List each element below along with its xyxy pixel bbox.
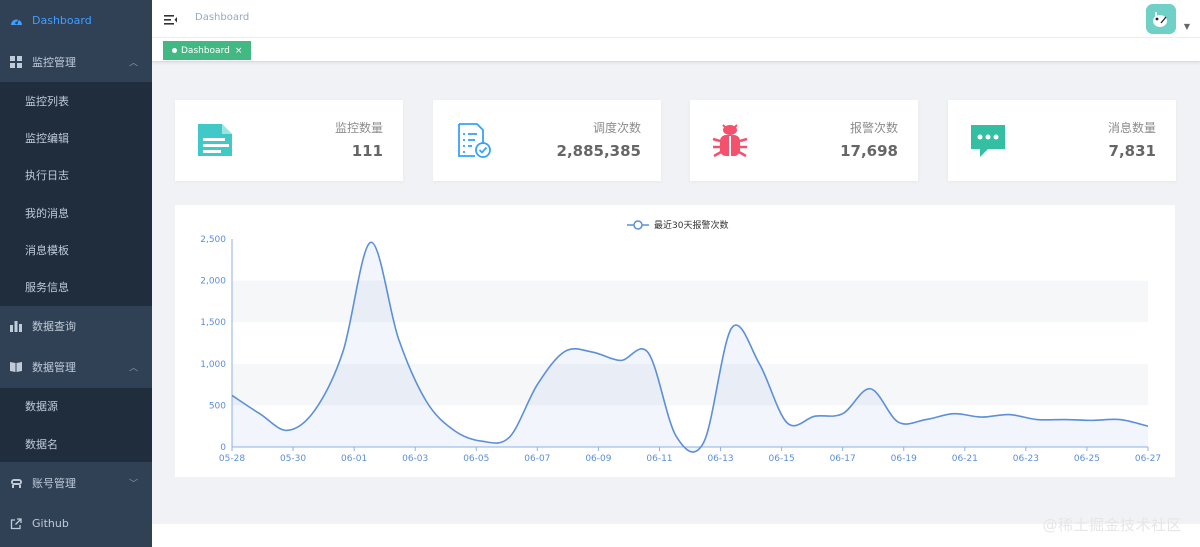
x-tick-label: 06-07 — [524, 454, 550, 464]
data-submenu: 数据源 数据名 — [0, 387, 152, 463]
alarm-trend-chart: 0 500 1,000 1,500 2,000 2,500 05-28 05-30 06-01 0… — [175, 205, 1175, 477]
x-tick-label: 06-19 — [891, 454, 917, 464]
x-tick-label: 06-15 — [769, 454, 795, 464]
stat-value: 7,831 — [1108, 142, 1156, 160]
sidebar-item-dashboard[interactable]: Dashboard — [0, 0, 152, 41]
sidebar: Dashboard 监控管理 ︿ 监控列表 监控编辑 执行日志 我的消息 消息模… — [0, 0, 152, 547]
tag-dashboard[interactable]: Dashboard × — [163, 41, 252, 60]
stat-card-message-count[interactable]: 消息数量 7,831 — [948, 100, 1176, 181]
stat-label: 消息数量 — [1107, 121, 1156, 135]
stat-label: 调度次数 — [592, 121, 641, 135]
monitor-submenu: 监控列表 监控编辑 执行日志 我的消息 消息模板 服务信息 — [0, 82, 152, 306]
sidebar-item-monitor-edit[interactable]: 监控编辑 — [0, 119, 152, 156]
x-tick-label: 06-21 — [952, 454, 978, 464]
stat-card-monitor-count[interactable]: 监控数量 111 — [175, 100, 403, 181]
dashboard-icon — [9, 14, 23, 28]
external-link-icon — [9, 517, 23, 531]
watermark-text: @稀土掘金技术社区 — [1042, 516, 1182, 534]
stat-value: 2,885,385 — [556, 142, 641, 160]
account-icon — [9, 476, 23, 490]
x-tick-label: 06-03 — [402, 454, 428, 464]
hamburger-icon[interactable] — [164, 12, 178, 26]
top-navbar: Dashboard ▼ — [152, 0, 1200, 38]
y-tick-label: 0 — [220, 443, 226, 453]
x-tick-label: 06-05 — [463, 454, 489, 464]
x-tick-label: 06-11 — [646, 454, 672, 464]
sidebar-item-service-info[interactable]: 服务信息 — [0, 268, 152, 305]
line-chart: 0 500 1,000 1,500 2,000 2,500 05-28 05-30 06-01 0… — [200, 219, 1161, 464]
checklist-icon — [453, 120, 493, 160]
sidebar-item-my-messages[interactable]: 我的消息 — [0, 194, 152, 231]
chevron-up-icon: ︿ — [128, 58, 138, 68]
tags-view: Dashboard × — [152, 38, 1200, 62]
sidebar-group-account[interactable]: 账号管理 ﹀ — [0, 462, 152, 503]
stat-value: 17,698 — [840, 142, 898, 160]
sidebar-item-data-name[interactable]: 数据名 — [0, 425, 152, 462]
book-icon — [9, 360, 23, 374]
stat-value: 111 — [351, 142, 383, 160]
message-icon — [968, 120, 1008, 160]
chevron-down-icon: ﹀ — [128, 479, 138, 490]
stat-label: 报警次数 — [849, 121, 898, 135]
grid-icon — [9, 55, 23, 69]
avatar[interactable] — [1146, 4, 1176, 34]
tag-label: Dashboard — [181, 45, 230, 56]
document-icon — [195, 120, 235, 160]
x-tick-label: 06-17 — [830, 454, 856, 464]
y-tick-label: 1,500 — [200, 318, 226, 328]
sidebar-item-monitor-list[interactable]: 监控列表 — [0, 82, 152, 119]
active-dot-icon — [172, 48, 177, 53]
sidebar-group-label: 监控管理 — [32, 55, 76, 69]
sidebar-item-label: Github — [32, 517, 69, 531]
sidebar-group-label: 数据管理 — [32, 361, 76, 375]
stat-card-alarm-count[interactable]: 报警次数 17,698 — [690, 100, 918, 181]
sidebar-group-monitor[interactable]: 监控管理 ︿ — [0, 41, 152, 82]
close-icon[interactable]: × — [235, 46, 243, 56]
x-tick-label: 06-23 — [1013, 454, 1039, 464]
x-tick-label: 05-28 — [219, 454, 245, 464]
stat-card-schedule-count[interactable]: 调度次数 2,885,385 — [433, 100, 661, 181]
x-tick-label: 06-27 — [1135, 454, 1161, 464]
sidebar-item-label: Dashboard — [32, 14, 92, 27]
x-tick-label: 05-30 — [280, 454, 306, 464]
x-tick-label: 06-01 — [341, 454, 367, 464]
y-tick-label: 500 — [209, 401, 226, 411]
stat-label: 监控数量 — [334, 121, 383, 135]
sidebar-item-github[interactable]: Github — [0, 503, 152, 544]
bar-chart-icon — [9, 319, 23, 333]
sidebar-group-data[interactable]: 数据管理 ︿ — [0, 347, 152, 388]
caret-down-icon[interactable]: ▼ — [1184, 22, 1190, 31]
sidebar-group-label: 账号管理 — [32, 476, 76, 490]
sidebar-item-data-source[interactable]: 数据源 — [0, 388, 152, 425]
legend-label: 最近30天报警次数 — [654, 219, 728, 231]
breadcrumb: Dashboard — [195, 12, 250, 23]
x-tick-label: 06-09 — [585, 454, 611, 464]
y-tick-label: 2,000 — [200, 277, 226, 287]
y-tick-label: 1,000 — [200, 360, 226, 370]
sidebar-item-message-template[interactable]: 消息模板 — [0, 231, 152, 268]
chevron-up-icon: ︿ — [128, 363, 138, 374]
sidebar-item-label: 数据查询 — [32, 320, 76, 334]
legend-marker — [633, 220, 643, 230]
bug-icon — [710, 120, 750, 160]
x-tick-label: 06-25 — [1074, 454, 1100, 464]
series-area — [232, 242, 1148, 453]
y-tick-label: 2,500 — [200, 235, 226, 245]
x-tick-label: 06-13 — [707, 454, 733, 464]
sidebar-item-data-query[interactable]: 数据查询 — [0, 306, 152, 347]
sidebar-item-exec-log[interactable]: 执行日志 — [0, 157, 152, 194]
